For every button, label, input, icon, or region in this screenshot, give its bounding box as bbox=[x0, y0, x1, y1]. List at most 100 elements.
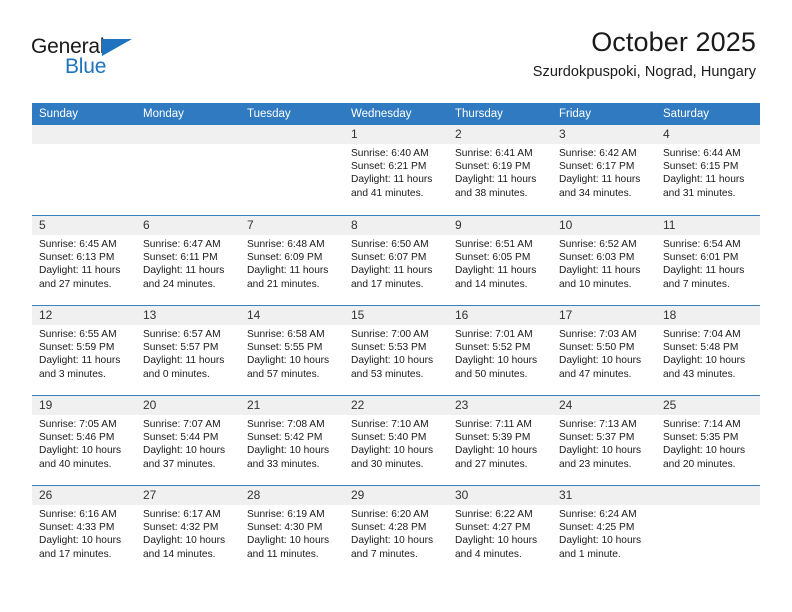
page-subtitle: Szurdokpuspoki, Nograd, Hungary bbox=[532, 64, 756, 81]
daylight-duration-line2: and 37 minutes. bbox=[143, 458, 216, 470]
sunrise-time: Sunrise: 6:55 AM bbox=[39, 329, 117, 340]
sunset-time: Sunset: 4:28 PM bbox=[351, 522, 427, 534]
sunset-time: Sunset: 5:42 PM bbox=[247, 432, 323, 444]
daylight-duration-line2: and 50 minutes. bbox=[455, 368, 528, 380]
daylight-duration-line1: Daylight: 10 hours bbox=[39, 445, 122, 457]
daylight-duration-line1: Daylight: 10 hours bbox=[559, 535, 642, 547]
daylight-duration-line2: and 31 minutes. bbox=[663, 187, 736, 199]
day-sun-info: Sunrise: 7:11 AM Sunset: 5:39 PM Daylight:… bbox=[448, 415, 552, 471]
sunset-time: Sunset: 4:30 PM bbox=[247, 522, 323, 534]
daylight-duration-line1: Daylight: 11 hours bbox=[39, 355, 121, 367]
daylight-duration-line1: Daylight: 11 hours bbox=[663, 265, 745, 277]
daylight-duration-line2: and 7 minutes. bbox=[663, 278, 730, 290]
daylight-duration-line1: Daylight: 11 hours bbox=[351, 174, 433, 186]
calendar-day-cell[interactable]: 12 Sunrise: 6:55 AM Sunset: 5:59 PM Dayligh… bbox=[32, 306, 136, 395]
sunset-time: Sunset: 5:39 PM bbox=[455, 432, 531, 444]
daylight-duration-line2: and 0 minutes. bbox=[143, 368, 210, 380]
daylight-duration-line1: Daylight: 11 hours bbox=[351, 265, 433, 277]
weekday-header-sunday: Sunday bbox=[39, 108, 79, 120]
weekday-header-tuesday: Tuesday bbox=[247, 108, 291, 120]
daylight-duration-line2: and 14 minutes. bbox=[143, 548, 216, 560]
calendar-day-cell[interactable]: 18 Sunrise: 7:04 AM Sunset: 5:48 PM Dayligh… bbox=[656, 306, 760, 395]
sunrise-time: Sunrise: 7:11 AM bbox=[455, 419, 532, 430]
day-sun-info: Sunrise: 6:47 AM Sunset: 6:11 PM Daylight:… bbox=[136, 235, 240, 291]
daylight-duration-line1: Daylight: 10 hours bbox=[39, 535, 122, 547]
sunrise-time: Sunrise: 7:01 AM bbox=[455, 329, 533, 340]
day-number: 10 bbox=[552, 216, 656, 235]
calendar-day-cell[interactable]: 21 Sunrise: 7:08 AM Sunset: 5:42 PM Dayligh… bbox=[240, 396, 344, 485]
weekday-header-friday: Friday bbox=[559, 108, 591, 120]
calendar-day-cell[interactable]: 5 Sunrise: 6:45 AM Sunset: 6:13 PM Daylight… bbox=[32, 216, 136, 305]
calendar-grid: Sunday Monday Tuesday Wednesday Thursday Frid… bbox=[32, 103, 760, 575]
daylight-duration-line2: and 11 minutes. bbox=[247, 548, 319, 560]
calendar-day-cell[interactable]: 28 Sunrise: 6:19 AM Sunset: 4:30 PM Dayligh… bbox=[240, 486, 344, 575]
day-number: 19 bbox=[32, 396, 136, 415]
sunrise-time: Sunrise: 6:16 AM bbox=[39, 509, 117, 520]
calendar-day-cell[interactable]: 10 Sunrise: 6:52 AM Sunset: 6:03 PM Dayligh… bbox=[552, 216, 656, 305]
daylight-duration-line1: Daylight: 10 hours bbox=[663, 355, 746, 367]
day-sun-info: Sunrise: 6:40 AM Sunset: 6:21 PM Daylight:… bbox=[344, 144, 448, 200]
calendar-day-cell[interactable]: 22 Sunrise: 7:10 AM Sunset: 5:40 PM Dayligh… bbox=[344, 396, 448, 485]
day-sun-info: Sunrise: 6:16 AM Sunset: 4:33 PM Daylight:… bbox=[32, 505, 136, 561]
day-number: 3 bbox=[552, 125, 656, 144]
day-sun-info: Sunrise: 6:20 AM Sunset: 4:28 PM Daylight:… bbox=[344, 505, 448, 561]
calendar-day-cell[interactable]: 27 Sunrise: 6:17 AM Sunset: 4:32 PM Dayligh… bbox=[136, 486, 240, 575]
day-number: 9 bbox=[448, 216, 552, 235]
calendar-day-cell[interactable]: 14 Sunrise: 6:58 AM Sunset: 5:55 PM Dayligh… bbox=[240, 306, 344, 395]
daylight-duration-line2: and 17 minutes. bbox=[39, 548, 112, 560]
daylight-duration-line1: Daylight: 10 hours bbox=[351, 355, 434, 367]
day-number: 1 bbox=[344, 125, 448, 144]
page-title: October 2025 bbox=[591, 27, 756, 57]
sunrise-time: Sunrise: 6:47 AM bbox=[143, 239, 221, 250]
calendar-day-cell[interactable]: 3 Sunrise: 6:42 AM Sunset: 6:17 PM Daylight… bbox=[552, 125, 656, 215]
day-number: 6 bbox=[136, 216, 240, 235]
weekday-header-saturday: Saturday bbox=[663, 108, 710, 120]
general-blue-logo[interactable]: General Blue bbox=[31, 36, 151, 82]
day-sun-info: Sunrise: 6:42 AM Sunset: 6:17 PM Daylight:… bbox=[552, 144, 656, 200]
day-sun-info: Sunrise: 7:13 AM Sunset: 5:37 PM Daylight:… bbox=[552, 415, 656, 471]
calendar-day-cell[interactable]: 20 Sunrise: 7:07 AM Sunset: 5:44 PM Dayligh… bbox=[136, 396, 240, 485]
calendar-day-cell[interactable]: 30 Sunrise: 6:22 AM Sunset: 4:27 PM Dayligh… bbox=[448, 486, 552, 575]
sunset-time: Sunset: 4:25 PM bbox=[559, 522, 635, 534]
day-number: 7 bbox=[240, 216, 344, 235]
day-number: 17 bbox=[552, 306, 656, 325]
daylight-duration-line1: Daylight: 10 hours bbox=[351, 445, 434, 457]
calendar-day-cell[interactable]: 2 Sunrise: 6:41 AM Sunset: 6:19 PM Daylight… bbox=[448, 125, 552, 215]
calendar-day-cell[interactable]: 9 Sunrise: 6:51 AM Sunset: 6:05 PM Daylight… bbox=[448, 216, 552, 305]
calendar-day-cell[interactable]: 24 Sunrise: 7:13 AM Sunset: 5:37 PM Dayligh… bbox=[552, 396, 656, 485]
calendar-day-cell[interactable]: 31 Sunrise: 6:24 AM Sunset: 4:25 PM Dayligh… bbox=[552, 486, 656, 575]
calendar-day-cell[interactable]: 8 Sunrise: 6:50 AM Sunset: 6:07 PM Daylight… bbox=[344, 216, 448, 305]
sunset-time: Sunset: 5:52 PM bbox=[455, 342, 531, 354]
day-sun-info: Sunrise: 6:48 AM Sunset: 6:09 PM Daylight:… bbox=[240, 235, 344, 291]
calendar-day-cell[interactable]: 1 Sunrise: 6:40 AM Sunset: 6:21 PM Daylight… bbox=[344, 125, 448, 215]
calendar-day-cell[interactable]: 25 Sunrise: 7:14 AM Sunset: 5:35 PM Dayligh… bbox=[656, 396, 760, 485]
calendar-day-cell[interactable]: 16 Sunrise: 7:01 AM Sunset: 5:52 PM Dayligh… bbox=[448, 306, 552, 395]
sunrise-time: Sunrise: 6:48 AM bbox=[247, 239, 325, 250]
calendar-day-cell[interactable]: 4 Sunrise: 6:44 AM Sunset: 6:15 PM Daylight… bbox=[656, 125, 760, 215]
day-number: 5 bbox=[32, 216, 136, 235]
daylight-duration-line2: and 43 minutes. bbox=[663, 368, 736, 380]
calendar-day-cell[interactable]: 19 Sunrise: 7:05 AM Sunset: 5:46 PM Dayligh… bbox=[32, 396, 136, 485]
sunset-time: Sunset: 6:09 PM bbox=[247, 252, 323, 264]
sunset-time: Sunset: 5:57 PM bbox=[143, 342, 219, 354]
day-number bbox=[656, 486, 760, 505]
calendar-day-cell[interactable]: 15 Sunrise: 7:00 AM Sunset: 5:53 PM Dayligh… bbox=[344, 306, 448, 395]
calendar-day-cell[interactable]: 23 Sunrise: 7:11 AM Sunset: 5:39 PM Dayligh… bbox=[448, 396, 552, 485]
calendar-day-cell[interactable]: 17 Sunrise: 7:03 AM Sunset: 5:50 PM Dayligh… bbox=[552, 306, 656, 395]
day-number bbox=[32, 125, 136, 144]
calendar-day-cell[interactable]: 29 Sunrise: 6:20 AM Sunset: 4:28 PM Dayligh… bbox=[344, 486, 448, 575]
day-number: 16 bbox=[448, 306, 552, 325]
sunrise-time: Sunrise: 6:41 AM bbox=[455, 148, 533, 159]
day-number: 28 bbox=[240, 486, 344, 505]
sunset-time: Sunset: 6:03 PM bbox=[559, 252, 635, 264]
daylight-duration-line1: Daylight: 11 hours bbox=[143, 265, 225, 277]
calendar-day-cell[interactable]: 11 Sunrise: 6:54 AM Sunset: 6:01 PM Dayligh… bbox=[656, 216, 760, 305]
daylight-duration-line2: and 57 minutes. bbox=[247, 368, 320, 380]
calendar-day-cell[interactable]: 13 Sunrise: 6:57 AM Sunset: 5:57 PM Dayligh… bbox=[136, 306, 240, 395]
calendar-day-cell[interactable]: 6 Sunrise: 6:47 AM Sunset: 6:11 PM Daylight… bbox=[136, 216, 240, 305]
day-number bbox=[240, 125, 344, 144]
calendar-day-cell[interactable]: 26 Sunrise: 6:16 AM Sunset: 4:33 PM Dayligh… bbox=[32, 486, 136, 575]
daylight-duration-line2: and 41 minutes. bbox=[351, 187, 424, 199]
calendar-day-cell[interactable]: 7 Sunrise: 6:48 AM Sunset: 6:09 PM Daylight… bbox=[240, 216, 344, 305]
daylight-duration-line2: and 30 minutes. bbox=[351, 458, 424, 470]
